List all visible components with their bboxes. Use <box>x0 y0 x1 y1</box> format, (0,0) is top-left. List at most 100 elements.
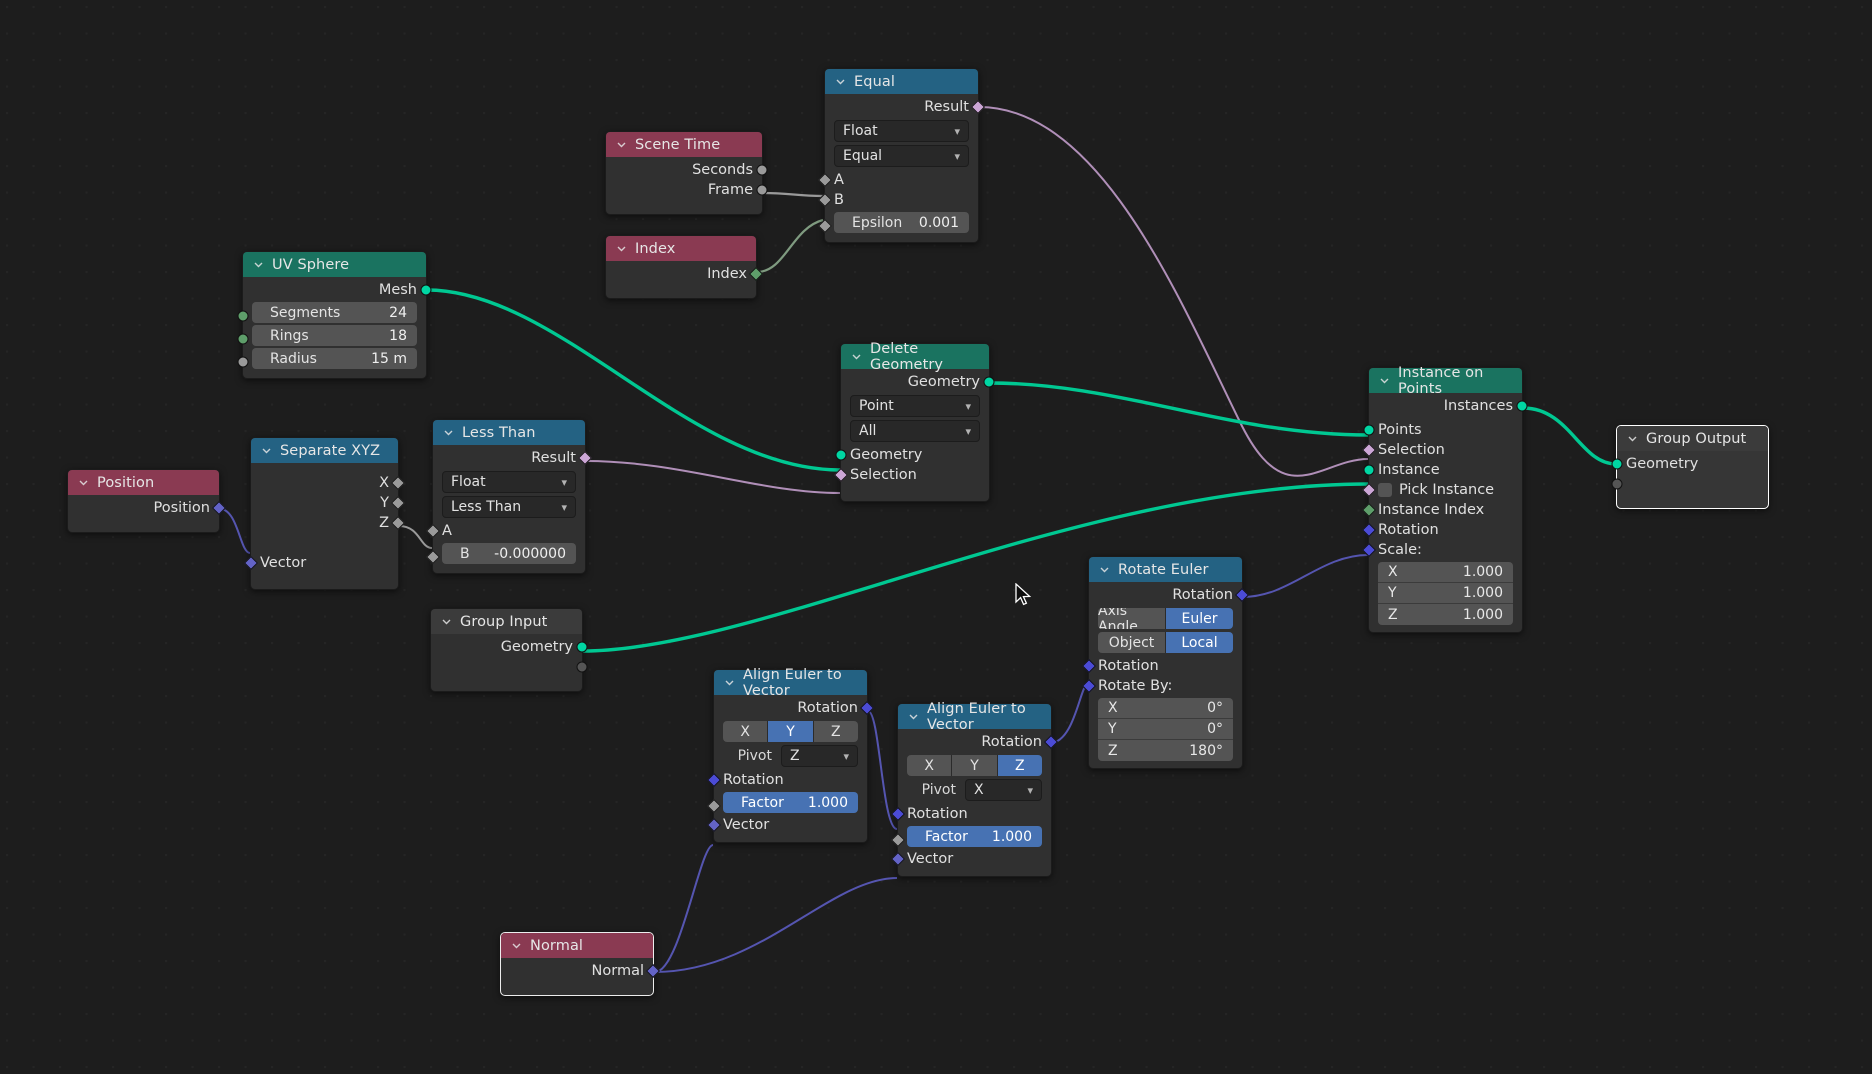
chevron-down-icon[interactable] <box>723 676 736 689</box>
dropdown-data-type[interactable]: Float ▾ <box>442 471 576 493</box>
node-header-instance-on-points[interactable]: Instance on Points <box>1369 365 1522 397</box>
prop-segments[interactable]: Segments 24 <box>252 302 417 323</box>
pivot-dropdown[interactable]: Z ▾ <box>781 745 858 767</box>
node-header-align-euler-1[interactable]: Align Euler to Vector <box>714 667 867 699</box>
node-scene-time[interactable]: Scene Time Seconds Frame <box>605 131 768 215</box>
segment-local[interactable]: Local <box>1166 632 1233 653</box>
chevron-down-icon[interactable] <box>510 939 523 952</box>
socket-out-geometry[interactable] <box>983 376 995 388</box>
socket-in-a[interactable] <box>817 172 833 188</box>
socket-in-rotate-by[interactable] <box>1081 678 1097 694</box>
node-delete-geometry[interactable]: Delete Geometry Geometry Point ▾ All ▾ G… <box>833 341 995 502</box>
socket-in-geometry[interactable] <box>1611 458 1623 470</box>
segment-object[interactable]: Object <box>1098 632 1166 653</box>
socket-out-y[interactable] <box>390 495 406 511</box>
prop-radius[interactable]: Radius 15 m <box>252 348 417 369</box>
dropdown-data-type[interactable]: Float ▾ <box>834 120 969 142</box>
node-rotate-euler[interactable]: Rotate Euler Rotation Axis Angle Euler O… <box>1081 556 1250 769</box>
node-header-group-output[interactable]: Group Output <box>1617 426 1768 451</box>
dropdown-operation[interactable]: Equal ▾ <box>834 145 969 167</box>
node-group-input[interactable]: Group Input Geometry <box>430 608 588 692</box>
prop-epsilon[interactable]: Epsilon 0.001 <box>834 212 969 233</box>
node-header-align-euler-2[interactable]: Align Euler to Vector <box>898 701 1051 733</box>
socket-out-result[interactable] <box>577 450 593 466</box>
socket-out-z[interactable] <box>390 515 406 531</box>
rotate-z-row[interactable]: Z 180° <box>1098 740 1233 761</box>
node-header-less-than[interactable]: Less Than <box>433 420 585 445</box>
scale-z-row[interactable]: Z 1.000 <box>1378 604 1513 625</box>
socket-in-selection[interactable] <box>833 467 849 483</box>
node-header-position[interactable]: Position <box>68 470 219 495</box>
node-header-index[interactable]: Index <box>606 236 756 261</box>
socket-out-rotation[interactable] <box>859 700 875 716</box>
socket-in-factor[interactable] <box>890 832 906 848</box>
node-header-delete-geometry[interactable]: Delete Geometry <box>841 341 989 373</box>
chevron-down-icon[interactable] <box>850 350 863 363</box>
segmented-axis-control[interactable]: X Y Z <box>723 721 858 742</box>
socket-in-rings[interactable] <box>237 333 249 345</box>
socket-in-rotation[interactable] <box>1361 522 1377 538</box>
segmented-type-control[interactable]: Axis Angle Euler <box>1098 608 1233 629</box>
socket-in-vector[interactable] <box>706 817 722 833</box>
segmented-axis-control[interactable]: X Y Z <box>907 755 1042 776</box>
socket-in-rotation[interactable] <box>1081 658 1097 674</box>
socket-in-factor[interactable] <box>706 798 722 814</box>
segment-axis-y[interactable]: Y <box>952 755 998 776</box>
socket-in-radius[interactable] <box>237 356 249 368</box>
socket-in-vector[interactable] <box>890 851 906 867</box>
socket-in-pick-instance[interactable] <box>1361 482 1377 498</box>
socket-out-normal[interactable] <box>645 963 661 979</box>
rotate-y-row[interactable]: Y 0° <box>1098 719 1233 740</box>
chevron-down-icon[interactable] <box>907 710 920 723</box>
chevron-down-icon[interactable] <box>1098 563 1111 576</box>
node-header-uv-sphere[interactable]: UV Sphere <box>243 252 426 277</box>
node-instance-on-points[interactable]: Instance on Points Instances Points Sele… <box>1361 365 1528 633</box>
node-less-than[interactable]: Less Than Result Float ▾ Less Than ▾ A B… <box>425 419 593 574</box>
chevron-down-icon[interactable] <box>1378 374 1391 387</box>
socket-out-rotation[interactable] <box>1234 587 1250 603</box>
segment-axis-z[interactable]: Z <box>813 721 858 742</box>
socket-out-position[interactable] <box>211 500 227 516</box>
prop-b[interactable]: B -0.000000 <box>442 543 576 564</box>
socket-in-instance-index[interactable] <box>1361 502 1377 518</box>
prop-factor[interactable]: Factor 1.000 <box>907 826 1042 847</box>
chevron-down-icon[interactable] <box>252 258 265 271</box>
socket-in-segments[interactable] <box>237 310 249 322</box>
dropdown-operation[interactable]: Less Than ▾ <box>442 496 576 518</box>
socket-out-rotation[interactable] <box>1043 734 1059 750</box>
pivot-dropdown[interactable]: X ▾ <box>965 779 1042 801</box>
pivot-control[interactable]: Pivot Z ▾ <box>723 745 858 767</box>
dropdown-domain[interactable]: Point ▾ <box>850 395 980 417</box>
node-header-normal[interactable]: Normal <box>501 933 653 958</box>
chevron-down-icon[interactable] <box>834 75 847 88</box>
rotate-x-row[interactable]: X 0° <box>1098 698 1233 719</box>
segment-axis-x[interactable]: X <box>723 721 769 742</box>
socket-out-index[interactable] <box>748 266 764 282</box>
node-position[interactable]: Position Position <box>67 469 227 533</box>
socket-out-frame[interactable] <box>756 184 768 196</box>
segment-axis-angle[interactable]: Axis Angle <box>1098 608 1166 629</box>
segment-euler[interactable]: Euler <box>1166 608 1233 629</box>
socket-in-points[interactable] <box>1363 424 1375 436</box>
segmented-space-control[interactable]: Object Local <box>1098 632 1233 653</box>
node-align-euler-to-vector-2[interactable]: Align Euler to Vector Rotation X Y Z Piv… <box>890 701 1059 877</box>
segment-axis-x[interactable]: X <box>907 755 953 776</box>
chevron-down-icon[interactable] <box>260 444 273 457</box>
node-header-separate-xyz[interactable]: Separate XYZ <box>251 438 398 463</box>
socket-out-seconds[interactable] <box>756 164 768 176</box>
socket-out-instances[interactable] <box>1516 400 1528 412</box>
pick-instance-checkbox[interactable] <box>1378 483 1392 497</box>
node-header-group-input[interactable]: Group Input <box>431 609 582 634</box>
node-editor-canvas[interactable]: Equal Result Float ▾ Equal ▾ A B Epsilon… <box>0 0 1872 1074</box>
prop-rings[interactable]: Rings 18 <box>252 325 417 346</box>
dropdown-mode[interactable]: All ▾ <box>850 420 980 442</box>
socket-out-new[interactable] <box>576 661 588 673</box>
socket-out-x[interactable] <box>390 475 406 491</box>
node-separate-xyz[interactable]: Separate XYZ X Y Z Vector <box>243 437 406 590</box>
chevron-down-icon[interactable] <box>440 615 453 628</box>
node-group-output[interactable]: Group Output Geometry <box>1611 425 1769 509</box>
node-align-euler-to-vector-1[interactable]: Align Euler to Vector Rotation X Y Z Piv… <box>706 667 875 843</box>
socket-in-rotation[interactable] <box>706 772 722 788</box>
node-equal[interactable]: Equal Result Float ▾ Equal ▾ A B Epsilon… <box>817 68 986 243</box>
socket-in-scale[interactable] <box>1361 542 1377 558</box>
